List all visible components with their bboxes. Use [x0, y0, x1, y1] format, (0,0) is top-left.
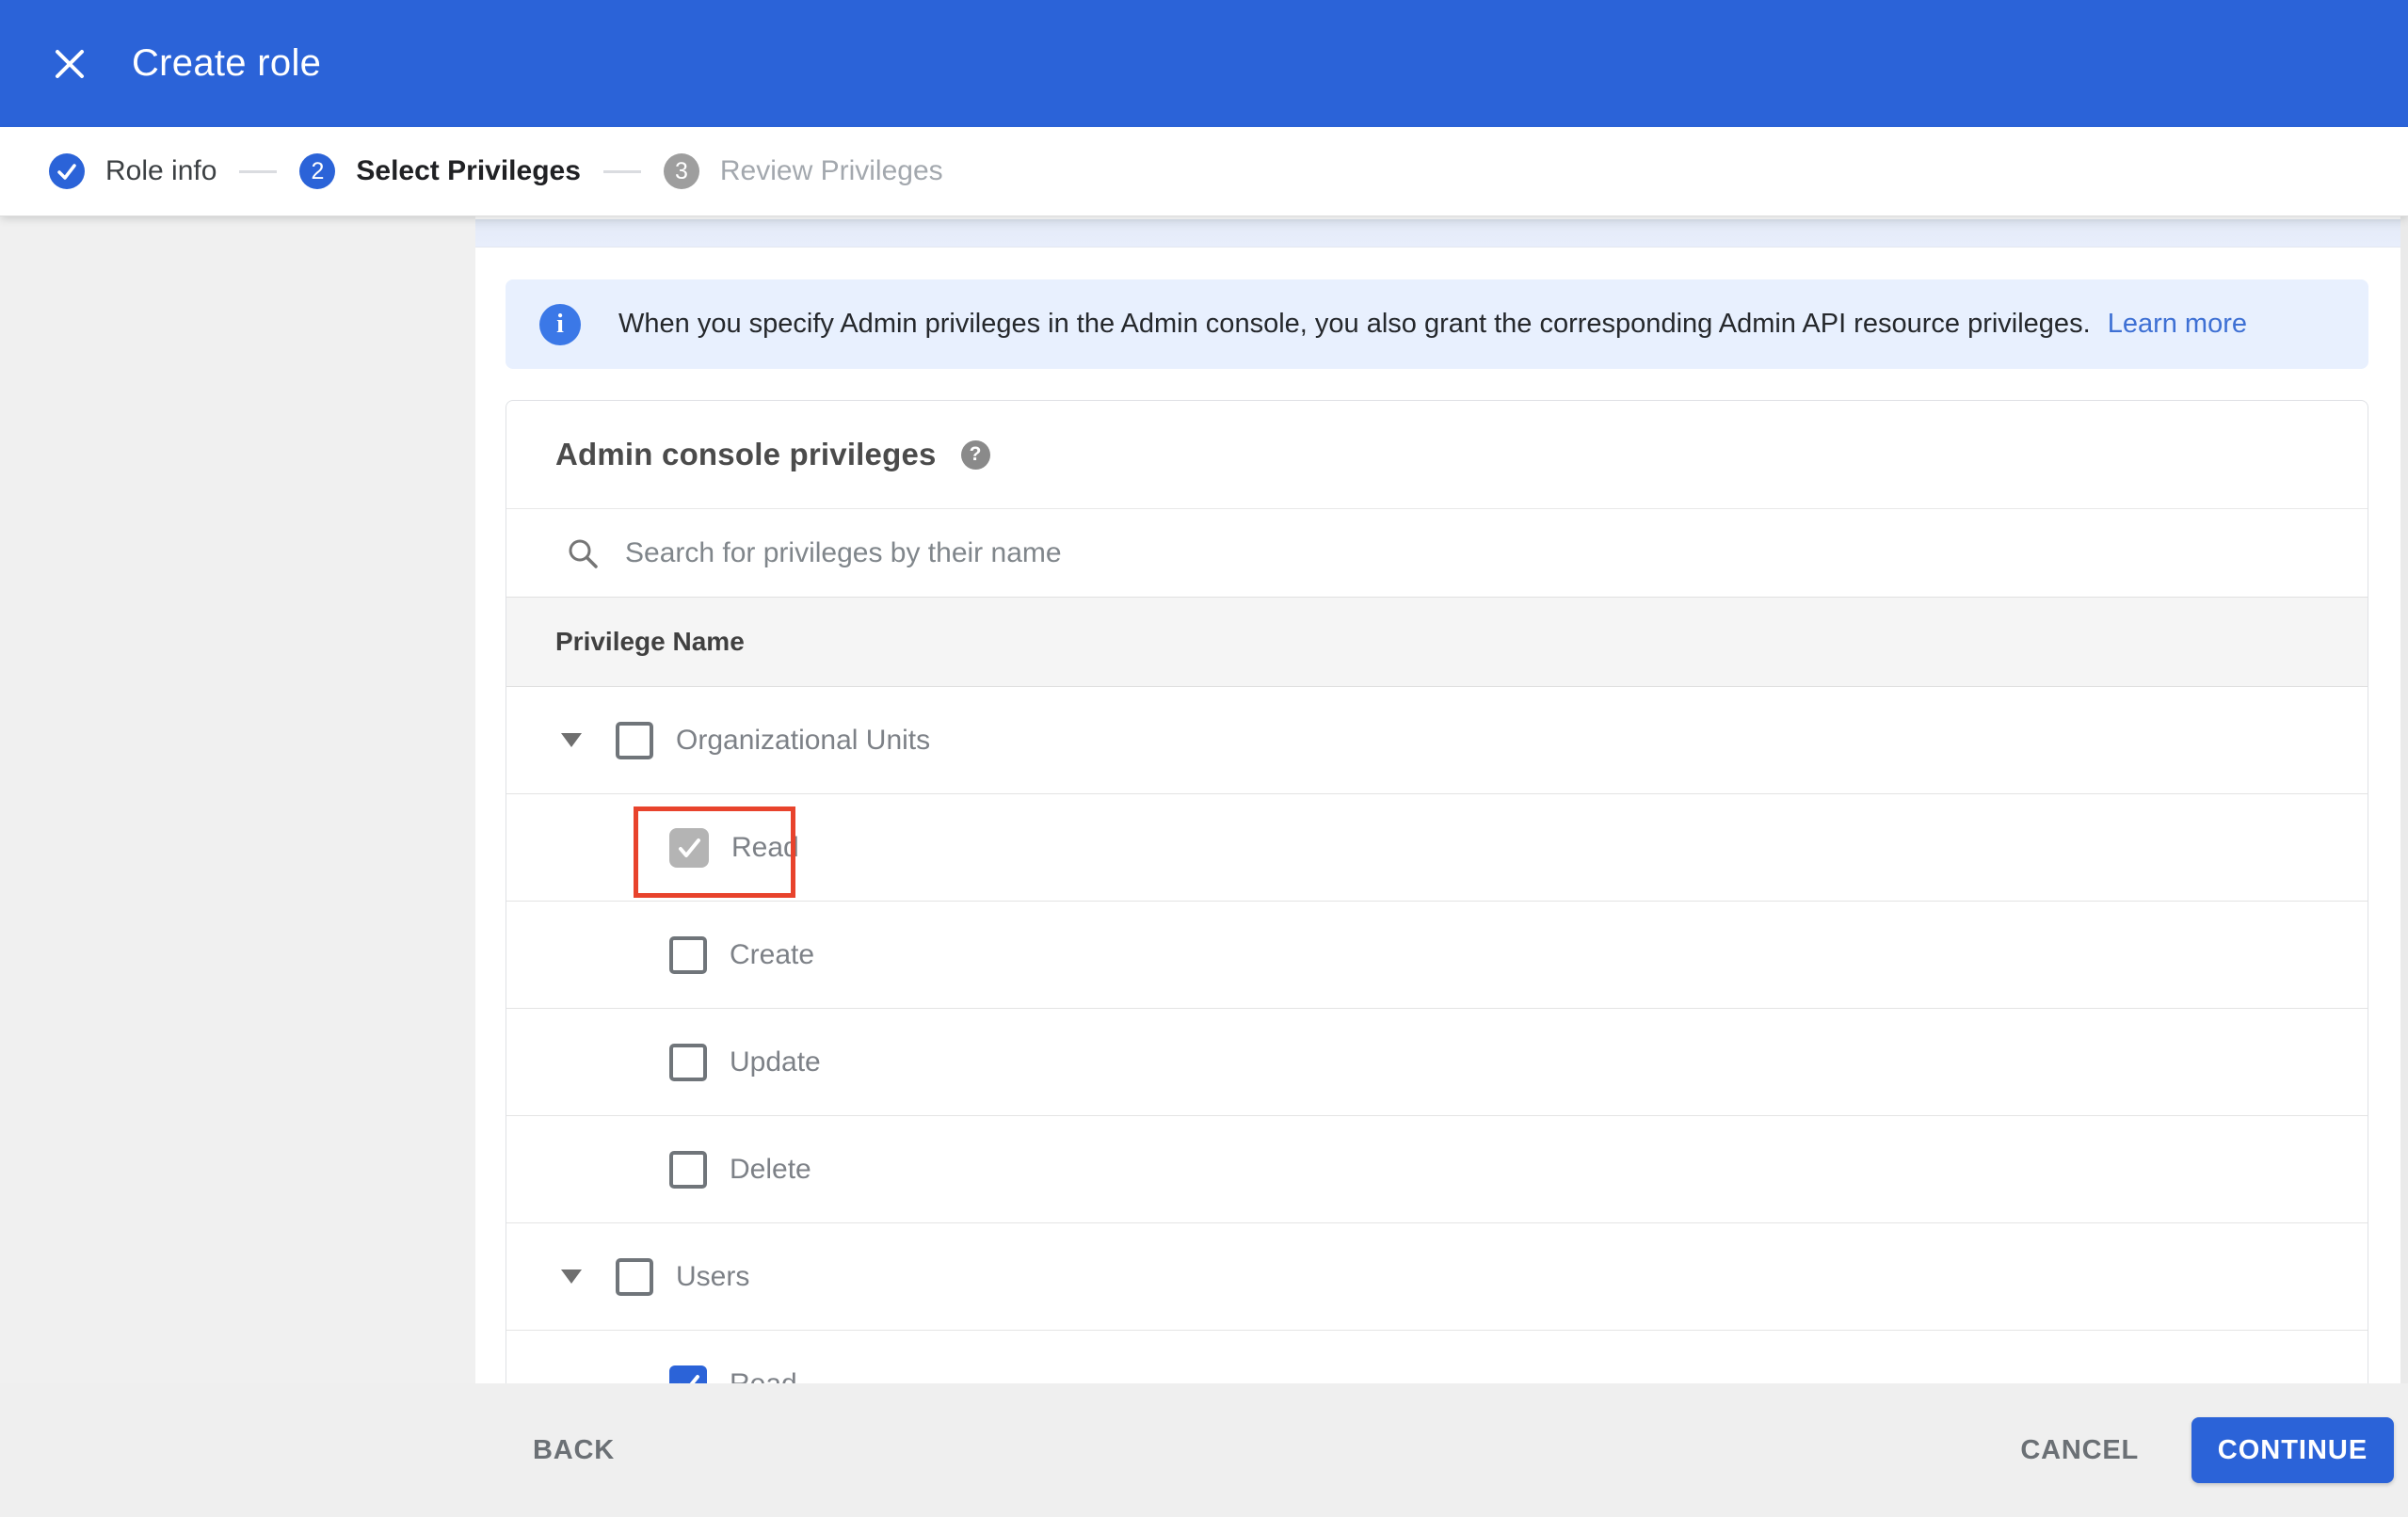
- step-number: 3: [663, 153, 699, 189]
- content-panel: i When you specify Admin privileges in t…: [475, 216, 2408, 1383]
- dialog-title: Create role: [132, 42, 322, 84]
- step-connector: [239, 169, 278, 173]
- learn-more-link[interactable]: Learn more: [2108, 309, 2247, 339]
- privilege-label: Create: [730, 938, 815, 970]
- check-icon: [678, 1374, 699, 1383]
- privilege-label: Delete: [730, 1153, 811, 1185]
- card-title: Admin console privileges: [555, 437, 937, 471]
- checkbox-delete[interactable]: [669, 1150, 707, 1189]
- privileges-card: Admin console privileges ? Privilege Nam…: [506, 400, 2368, 1383]
- continue-button[interactable]: CONTINUE: [2191, 1417, 2394, 1483]
- search-input[interactable]: [625, 536, 1943, 569]
- help-icon[interactable]: ?: [960, 439, 990, 470]
- left-panel: [0, 216, 475, 1383]
- checkbox-create[interactable]: [669, 935, 707, 974]
- table-row: Read: [506, 794, 2368, 902]
- search-icon: [569, 539, 598, 568]
- privilege-label: Update: [730, 1046, 821, 1078]
- info-banner: i When you specify Admin privileges in t…: [506, 279, 2368, 369]
- card-header: Admin console privileges ?: [506, 401, 2368, 509]
- step-complete-check-icon: [49, 153, 85, 189]
- step-label: Select Privileges: [356, 155, 581, 186]
- privilege-label: Read: [730, 1367, 797, 1384]
- table-row: Create: [506, 902, 2368, 1009]
- checkbox-organizational-units[interactable]: [616, 721, 653, 759]
- info-icon: i: [539, 303, 581, 345]
- table-row: Delete: [506, 1116, 2368, 1223]
- table-header-label: Privilege Name: [555, 627, 745, 656]
- close-icon[interactable]: [49, 43, 90, 85]
- step-number: 2: [299, 153, 336, 189]
- step-role-info[interactable]: Role info: [49, 153, 217, 189]
- privilege-label: Organizational Units: [676, 724, 931, 756]
- table-row: Organizational Units: [506, 687, 2368, 794]
- step-review-privileges[interactable]: 3 Review Privileges: [663, 153, 943, 189]
- close-x-glyph: [56, 49, 84, 78]
- checkbox-users-read-checked[interactable]: [669, 1365, 707, 1383]
- step-label: Role info: [105, 155, 217, 186]
- vertical-scrollbar[interactable]: [2400, 216, 2408, 1383]
- privilege-label: Users: [676, 1260, 750, 1292]
- footer-bar: BACK CANCEL CONTINUE: [0, 1383, 2408, 1517]
- cancel-button[interactable]: CANCEL: [2020, 1435, 2139, 1466]
- table-header: Privilege Name: [506, 597, 2368, 687]
- collapse-arrow-icon[interactable]: [561, 733, 582, 747]
- back-button[interactable]: BACK: [533, 1435, 615, 1466]
- appbar: Create role: [0, 0, 2408, 127]
- check-icon: [679, 838, 700, 857]
- checkbox-update[interactable]: [669, 1043, 707, 1081]
- step-label: Review Privileges: [719, 155, 943, 186]
- checkbox-read-checked[interactable]: [669, 827, 709, 868]
- step-connector: [602, 169, 641, 173]
- stepper: Role info 2 Select Privileges 3 Review P…: [0, 127, 2408, 216]
- table-row: Update: [506, 1009, 2368, 1116]
- main-area: i When you specify Admin privileges in t…: [0, 216, 2408, 1383]
- banner-message: When you specify Admin privileges in the…: [618, 309, 2091, 339]
- search-row: [506, 509, 2368, 597]
- scrolled-content-strip: [475, 219, 2408, 248]
- privilege-label: Read: [731, 831, 799, 863]
- banner-text: When you specify Admin privileges in the…: [618, 309, 2247, 340]
- collapse-arrow-icon[interactable]: [561, 1269, 582, 1284]
- table-row: Users: [506, 1223, 2368, 1331]
- step-select-privileges[interactable]: 2 Select Privileges: [299, 153, 581, 189]
- table-row: Read: [506, 1331, 2368, 1383]
- checkbox-users[interactable]: [616, 1257, 653, 1296]
